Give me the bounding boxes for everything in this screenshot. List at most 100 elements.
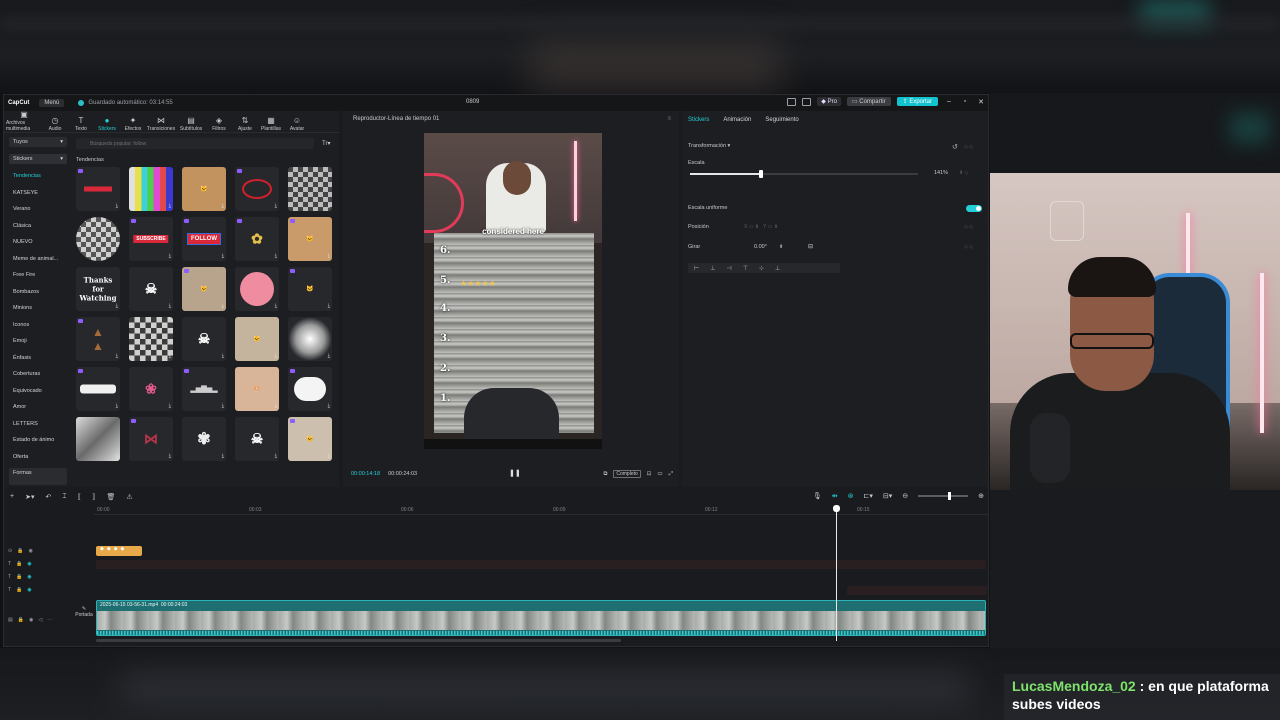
lock-icon[interactable]: ⊙ [8, 548, 12, 554]
download-icon[interactable]: ⤓ [169, 203, 171, 209]
tool-stickers[interactable]: ● Stickers [94, 117, 120, 133]
add-track-icon[interactable]: + [10, 493, 14, 501]
split-icon[interactable]: ⌶ [62, 493, 66, 501]
lock-icon[interactable]: 🔒 [18, 617, 24, 623]
download-icon[interactable]: ⤓ [328, 203, 330, 209]
download-icon[interactable]: ⤓ [222, 453, 224, 459]
download-icon[interactable]: ⤓ [169, 453, 171, 459]
share-button[interactable]: ▭ Compartir [846, 97, 891, 106]
preview-axis-icon[interactable]: ⊏▾ [863, 492, 872, 500]
download-icon[interactable]: ⤓ [116, 353, 118, 359]
sticker-item[interactable]: ⤓ [288, 317, 332, 361]
cover-button[interactable]: ✎ Portada [74, 606, 94, 618]
sticker-item[interactable]: 🐹 ⤓ [235, 367, 279, 411]
download-icon[interactable]: ⤓ [116, 453, 118, 459]
download-icon[interactable]: ⤓ [222, 253, 224, 259]
close-icon[interactable]: ✕ [976, 98, 986, 106]
tool-media[interactable]: ▣ Archivos multimedia [6, 111, 42, 133]
category-item[interactable]: Tendencias [9, 171, 67, 188]
text-style-icon[interactable]: Tr▾ [322, 140, 330, 147]
tab-stickers[interactable]: Stickers [688, 117, 709, 127]
track-controls[interactable]: T 🔒 ◉ [8, 574, 32, 580]
eye-icon[interactable]: ◉ [29, 617, 33, 623]
mute-icon[interactable]: ◁ [38, 617, 42, 623]
keyframe-icon[interactable]: ◇ ◇ [964, 224, 973, 230]
track-controls[interactable]: T 🔒 ◉ [8, 587, 32, 593]
category-item[interactable]: Iconos [9, 320, 67, 337]
export-button[interactable]: ⇪ Exportar [896, 97, 938, 106]
sticker-item[interactable]: ☠ ⤓ [235, 417, 279, 461]
tool-transitions[interactable]: ⋈ Transiciones [146, 117, 176, 133]
maximize-icon[interactable]: ▫ [960, 98, 970, 105]
track-controls[interactable]: ⊙ 🔒 ◉ [8, 548, 33, 554]
more-icon[interactable]: ⋯ [47, 617, 52, 623]
shortcut-icon[interactable] [802, 97, 812, 106]
download-icon[interactable]: ⤓ [222, 303, 224, 309]
quality-button[interactable]: Completo [613, 470, 641, 478]
category-item[interactable]: Coberturas [9, 369, 67, 386]
sticker-item[interactable]: ✿ ⤓ [235, 217, 279, 261]
fit-timeline-icon[interactable]: ⊟▾ [883, 492, 892, 500]
category-item[interactable]: Estado de ánimo [9, 435, 67, 452]
sticker-item[interactable]: 🐱 ⤓ [182, 267, 226, 311]
download-icon[interactable]: ⤓ [116, 203, 118, 209]
eye-icon[interactable]: ◉ [28, 548, 32, 554]
download-icon[interactable]: ⤓ [275, 353, 277, 359]
snap-icon[interactable]: ⊛ [848, 492, 854, 500]
tool-filters[interactable]: ◈ Filtros [206, 117, 232, 133]
uniform-scale-toggle[interactable] [966, 205, 982, 212]
split-left-icon[interactable]: ⟦ [78, 493, 81, 501]
keyframe-icon[interactable]: ◇ ◇ [964, 144, 973, 150]
lock-icon[interactable]: 🔒 [16, 574, 22, 580]
sticker-item[interactable]: 🐱 ⤓ [288, 217, 332, 261]
sticker-item[interactable]: 🐱 ⤓ [235, 317, 279, 361]
download-icon[interactable]: ⤓ [328, 303, 330, 309]
tab-animation[interactable]: Animación [723, 117, 751, 127]
download-icon[interactable]: ⤓ [169, 403, 171, 409]
sticker-clip[interactable]: ◆◆◆◆ [96, 546, 142, 556]
fullscreen-icon[interactable]: ⤢ [669, 471, 673, 478]
sticker-item[interactable]: ☠ ⤓ [182, 317, 226, 361]
video-preview[interactable]: considered here 6. 5. ★★★★★ 4. 3. 2. 1. [424, 133, 602, 449]
delete-icon[interactable]: 🗑 [107, 493, 116, 501]
category-item[interactable]: Énfasis [9, 353, 67, 370]
tool-effects[interactable]: ✦ Efectos [120, 117, 146, 133]
sticker-item[interactable]: ❀ ⤓ [129, 367, 173, 411]
pro-button[interactable]: ◆ Pro [817, 97, 841, 106]
mic-icon[interactable]: 🎙 [813, 492, 822, 500]
stepper-icon[interactable]: ⬍ [779, 244, 783, 250]
sticker-item[interactable]: ⤓ [76, 217, 120, 261]
group-yours[interactable]: Tuyos ▾ [9, 137, 67, 147]
tool-text[interactable]: T Texto [68, 117, 94, 133]
download-icon[interactable]: ⤓ [328, 353, 330, 359]
eye-icon[interactable]: ◉ [27, 561, 31, 567]
category-item[interactable]: LETTERS [9, 419, 67, 436]
group-stickers[interactable]: Stickers ▾ [9, 154, 67, 164]
scale-slider-knob[interactable] [759, 170, 763, 178]
category-item[interactable]: Formas [9, 468, 67, 485]
tool-adjust[interactable]: ⇅ Ajuste [232, 117, 258, 133]
text-track-clip[interactable] [96, 560, 986, 569]
sticker-item[interactable]: ⤓ [288, 367, 332, 411]
sticker-item[interactable]: ▲ ▲ ⤓ [76, 317, 120, 361]
download-icon[interactable]: ⤓ [116, 403, 118, 409]
rotate-value[interactable]: 0.00° [754, 244, 767, 250]
sticker-item[interactable]: ⤓ [76, 167, 120, 211]
sticker-item[interactable]: FOLLOW ⤓ [182, 217, 226, 261]
track-controls[interactable]: T 🔒 ◉ [8, 561, 32, 567]
category-item[interactable]: Free Fire [9, 270, 67, 287]
text-track-clip[interactable] [847, 586, 987, 595]
align-middle-icon[interactable]: ⊹ [759, 265, 764, 272]
download-icon[interactable]: ⤓ [222, 403, 224, 409]
download-icon[interactable]: ⤓ [275, 453, 277, 459]
fit-icon[interactable]: ⊡ [647, 471, 652, 477]
align-center-icon[interactable]: ⊥ [710, 265, 715, 272]
sticker-item[interactable]: 🐱 ⤓ [182, 167, 226, 211]
sticker-item[interactable]: SUBSCRIBE ⤓ [129, 217, 173, 261]
category-item[interactable]: Minions [9, 303, 67, 320]
category-item[interactable]: NUEVO [9, 237, 67, 254]
main-video-clip[interactable]: 2025-06-15 03-56-31.mp4 00:00:24:03 [96, 600, 986, 636]
sticker-item[interactable]: ⤓ [235, 267, 279, 311]
menu-button[interactable]: Menú [39, 99, 65, 107]
sticker-item[interactable]: 🐱 ⤓ [288, 267, 332, 311]
